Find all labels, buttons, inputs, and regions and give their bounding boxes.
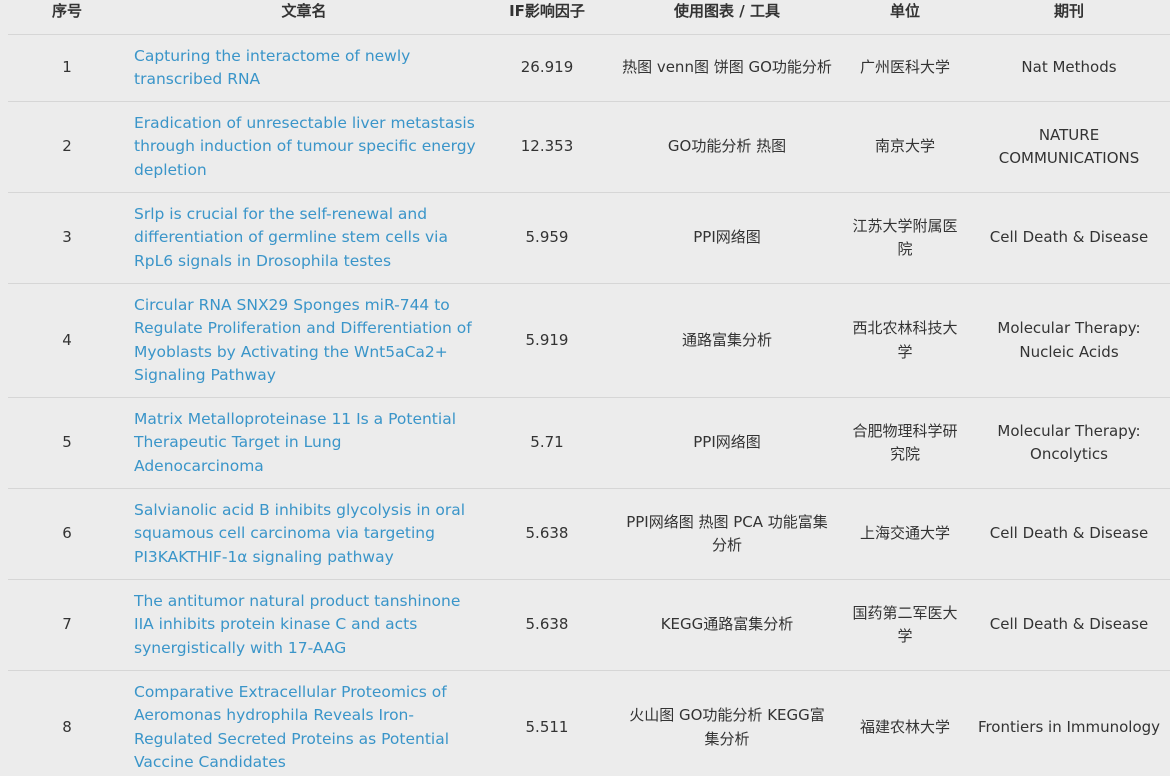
table-row: 2 Eradication of unresectable liver meta… — [8, 101, 1170, 193]
cell-if: 5.511 — [482, 670, 612, 776]
papers-table: 序号 文章名 IF影响因子 使用图表 / 工具 单位 期刊 1 Capturin… — [8, 0, 1170, 776]
cell-if: 5.638 — [482, 579, 612, 671]
article-link[interactable]: Salvianolic acid B inhibits glycolysis i… — [134, 501, 465, 566]
cell-unit: 福建农林大学 — [842, 670, 968, 776]
cell-index: 6 — [8, 488, 126, 580]
cell-if: 5.71 — [482, 397, 612, 489]
cell-tools: 火山图 GO功能分析 KEGG富集分析 — [612, 670, 842, 776]
cell-tools: PPI网络图 热图 PCA 功能富集分析 — [612, 488, 842, 580]
cell-unit: 南京大学 — [842, 101, 968, 193]
cell-index: 8 — [8, 670, 126, 776]
cell-unit: 江苏大学附属医院 — [842, 192, 968, 284]
cell-if: 26.919 — [482, 34, 612, 102]
article-link[interactable]: Circular RNA SNX29 Sponges miR-744 to Re… — [134, 296, 472, 385]
cell-tools: PPI网络图 — [612, 192, 842, 284]
cell-unit: 广州医科大学 — [842, 34, 968, 102]
table-header-row: 序号 文章名 IF影响因子 使用图表 / 工具 单位 期刊 — [8, 0, 1170, 35]
table-row: 7 The antitumor natural product tanshino… — [8, 579, 1170, 671]
table-row: 3 Srlp is crucial for the self-renewal a… — [8, 192, 1170, 284]
cell-journal: Molecular Therapy: Oncolytics — [968, 397, 1170, 489]
cell-tools: 通路富集分析 — [612, 283, 842, 398]
cell-unit: 合肥物理科学研究院 — [842, 397, 968, 489]
table-row: 8 Comparative Extracellular Proteomics o… — [8, 670, 1170, 776]
cell-journal: Frontiers in Immunology — [968, 670, 1170, 776]
article-link[interactable]: Comparative Extracellular Proteomics of … — [134, 683, 449, 772]
header-tools: 使用图表 / 工具 — [612, 0, 842, 35]
cell-tools: PPI网络图 — [612, 397, 842, 489]
cell-if: 5.959 — [482, 192, 612, 284]
cell-journal: Cell Death & Disease — [968, 579, 1170, 671]
cell-if: 5.919 — [482, 283, 612, 398]
header-unit: 单位 — [842, 0, 968, 35]
header-title: 文章名 — [126, 0, 482, 35]
cell-index: 3 — [8, 192, 126, 284]
table-row: 6 Salvianolic acid B inhibits glycolysis… — [8, 488, 1170, 580]
article-link[interactable]: Capturing the interactome of newly trans… — [134, 47, 410, 89]
cell-tools: 热图 venn图 饼图 GO功能分析 — [612, 34, 842, 102]
cell-journal: Cell Death & Disease — [968, 488, 1170, 580]
cell-journal: NATURE COMMUNICATIONS — [968, 101, 1170, 193]
cell-if: 12.353 — [482, 101, 612, 193]
article-link[interactable]: The antitumor natural product tanshinone… — [134, 592, 460, 657]
article-link[interactable]: Srlp is crucial for the self-renewal and… — [134, 205, 448, 270]
cell-index: 5 — [8, 397, 126, 489]
cell-journal: Molecular Therapy: Nucleic Acids — [968, 283, 1170, 398]
cell-unit: 西北农林科技大学 — [842, 283, 968, 398]
header-journal: 期刊 — [968, 0, 1170, 35]
cell-tools: GO功能分析 热图 — [612, 101, 842, 193]
cell-tools: KEGG通路富集分析 — [612, 579, 842, 671]
cell-index: 4 — [8, 283, 126, 398]
article-link[interactable]: Matrix Metalloproteinase 11 Is a Potenti… — [134, 410, 456, 475]
cell-index: 1 — [8, 34, 126, 102]
article-link[interactable]: Eradication of unresectable liver metast… — [134, 114, 476, 179]
cell-if: 5.638 — [482, 488, 612, 580]
cell-journal: Nat Methods — [968, 34, 1170, 102]
cell-index: 7 — [8, 579, 126, 671]
cell-unit: 国药第二军医大学 — [842, 579, 968, 671]
cell-index: 2 — [8, 101, 126, 193]
header-if: IF影响因子 — [482, 0, 612, 35]
header-index: 序号 — [8, 0, 126, 35]
page: 序号 文章名 IF影响因子 使用图表 / 工具 单位 期刊 1 Capturin… — [0, 0, 1170, 776]
cell-journal: Cell Death & Disease — [968, 192, 1170, 284]
table-row: 4 Circular RNA SNX29 Sponges miR-744 to … — [8, 283, 1170, 398]
table-row: 1 Capturing the interactome of newly tra… — [8, 34, 1170, 102]
table-row: 5 Matrix Metalloproteinase 11 Is a Poten… — [8, 397, 1170, 489]
cell-unit: 上海交通大学 — [842, 488, 968, 580]
